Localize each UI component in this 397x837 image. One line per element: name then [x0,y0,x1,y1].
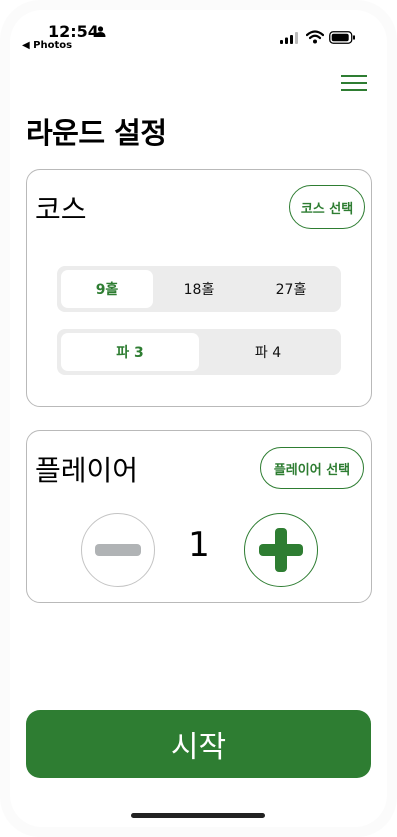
app-screen: 12:54 ◀ Photos 라운드 설정 코스 코스 선택 9홀 18홀 27… [10,10,387,827]
hamburger-menu-icon[interactable] [341,74,367,92]
course-card: 코스 코스 선택 9홀 18홀 27홀 파 3 파 4 [26,169,372,407]
decrement-players-button[interactable] [81,513,155,587]
segment-18-holes[interactable]: 18홀 [153,270,245,308]
status-time: 12:54 [48,22,99,41]
minus-icon [95,544,141,556]
segment-par-3[interactable]: 파 3 [61,333,199,371]
players-title: 플레이어 [35,454,139,487]
segment-par-4[interactable]: 파 4 [199,333,337,371]
start-button[interactable]: 시작 [26,710,371,778]
battery-icon [329,31,355,44]
back-to-photos-link[interactable]: ◀ Photos [22,40,72,51]
select-players-button[interactable]: 플레이어 선택 [260,447,364,489]
device-frame: 12:54 ◀ Photos 라운드 설정 코스 코스 선택 9홀 18홀 27… [0,0,397,837]
players-card: 플레이어 플레이어 선택 1 [26,430,372,603]
player-count: 1 [188,525,210,565]
course-title: 코스 [35,193,87,226]
holes-segmented-control: 9홀 18홀 27홀 [57,266,341,312]
plus-icon [259,528,303,572]
segment-27-holes[interactable]: 27홀 [245,270,337,308]
par-segmented-control: 파 3 파 4 [57,329,341,375]
wifi-icon [306,30,324,44]
home-indicator[interactable] [131,813,265,818]
person-icon [95,26,106,37]
increment-players-button[interactable] [244,513,318,587]
page-title: 라운드 설정 [26,116,167,150]
cellular-signal-icon [280,32,298,44]
select-course-button[interactable]: 코스 선택 [289,185,365,229]
segment-9-holes[interactable]: 9홀 [61,270,153,308]
